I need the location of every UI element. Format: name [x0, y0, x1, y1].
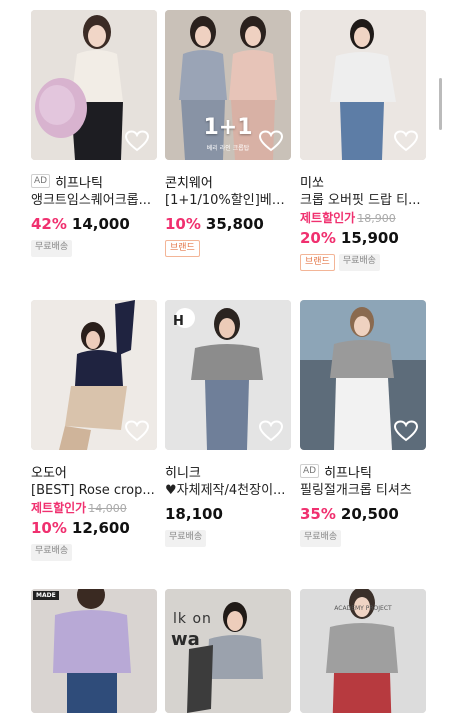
image-caption-text: lk on	[173, 611, 212, 627]
brand-badge: 브랜드	[165, 240, 200, 257]
discount-rate: 20%	[300, 229, 336, 247]
price: 18,100	[165, 505, 223, 523]
brand-name[interactable]: 오도어	[31, 462, 67, 481]
maker-label: MADE	[33, 591, 59, 600]
heart-icon[interactable]	[394, 130, 418, 152]
product-name[interactable]: 크롭 오버핏 드랍 티...	[300, 192, 428, 210]
price: 14,000	[71, 215, 130, 233]
brand-name[interactable]: 히프나틱	[324, 462, 372, 481]
product-name[interactable]: [1+1/10%할인]베리...	[165, 192, 293, 210]
zet-sale-label: 제트할인가	[300, 211, 356, 225]
heart-icon[interactable]	[394, 420, 418, 442]
product-card[interactable]: AD 히프나틱 앵크트임스퀘어크롭... 42% 14,000 무료배송	[31, 10, 159, 257]
brand-name[interactable]: 히니크	[165, 462, 201, 481]
discount-rate: 10%	[165, 215, 201, 233]
product-card[interactable]: ACADEMY PROJECT	[300, 589, 428, 713]
image-caption-text-large: wa	[171, 629, 200, 650]
product-image[interactable]: MADE	[31, 589, 157, 713]
product-image[interactable]: H	[165, 300, 291, 450]
discount-rate: 42%	[31, 215, 67, 233]
original-price: 18,900	[357, 212, 396, 225]
heart-icon[interactable]	[259, 130, 283, 152]
image-caption-text: ACADEMY PROJECT	[334, 605, 392, 612]
free-shipping-badge: 무료배송	[165, 530, 207, 547]
original-price: 14,000	[88, 502, 127, 515]
heart-icon[interactable]	[125, 420, 149, 442]
product-card[interactable]: H 히니크 ♥자체제작/4천장이... 18,100 무료배송	[165, 300, 293, 547]
product-image[interactable]	[300, 300, 426, 450]
brand-name[interactable]: 미쏘	[300, 172, 324, 191]
ad-badge: AD	[31, 174, 51, 188]
discount-rate: 10%	[31, 519, 67, 537]
brand-badge: 브랜드	[300, 254, 335, 271]
brand-name[interactable]: 히프나틱	[55, 172, 103, 191]
scrollbar[interactable]	[439, 78, 442, 130]
heart-icon[interactable]	[259, 420, 283, 442]
product-card[interactable]: AD 히프나틱 필링절개크롭 티셔츠 35% 20,500 무료배송	[300, 300, 428, 547]
ad-badge: AD	[300, 464, 320, 478]
product-name[interactable]: 앵크트임스퀘어크롭...	[31, 192, 159, 210]
product-image[interactable]	[31, 300, 157, 450]
product-card[interactable]: 미쏘 크롭 오버핏 드랍 티... 제트할인가 18,900 20% 15,900 …	[300, 10, 428, 271]
product-card[interactable]: MADE	[31, 589, 159, 713]
product-image[interactable]	[300, 10, 426, 160]
zet-sale-label: 제트할인가	[31, 501, 87, 515]
price: 15,900	[340, 229, 399, 247]
free-shipping-badge: 무료배송	[300, 530, 342, 547]
product-name[interactable]: ♥자체제작/4천장이...	[165, 482, 293, 500]
product-grid: AD 히프나틱 앵크트임스퀘어크롭... 42% 14,000 무료배송 1+1 베…	[0, 0, 454, 713]
brand-logo-letter: H	[173, 314, 184, 329]
free-shipping-badge: 무료배송	[31, 544, 73, 561]
free-shipping-badge: 무료배송	[31, 240, 73, 257]
free-shipping-badge: 무료배송	[338, 254, 380, 271]
product-card[interactable]: 오도어 [BEST] Rose crop... 제트할인가 14,000 10% 1…	[31, 300, 159, 561]
price: 20,500	[340, 505, 399, 523]
price: 35,800	[205, 215, 264, 233]
product-name[interactable]: [BEST] Rose crop...	[31, 482, 159, 500]
product-card[interactable]: lk on wa	[165, 589, 293, 713]
brand-name[interactable]: 콘치웨어	[165, 172, 213, 191]
product-image[interactable]: ACADEMY PROJECT	[300, 589, 426, 713]
heart-icon[interactable]	[125, 130, 149, 152]
product-card[interactable]: 1+1 베리 라인 크롭탑 콘치웨어 [1+1/10%할인]베리... 10% 3…	[165, 10, 293, 257]
product-name[interactable]: 필링절개크롭 티셔츠	[300, 482, 428, 500]
product-image[interactable]: 1+1 베리 라인 크롭탑	[165, 10, 291, 160]
product-image[interactable]: lk on wa	[165, 589, 291, 713]
product-image[interactable]	[31, 10, 157, 160]
price: 12,600	[71, 519, 130, 537]
discount-rate: 35%	[300, 505, 336, 523]
